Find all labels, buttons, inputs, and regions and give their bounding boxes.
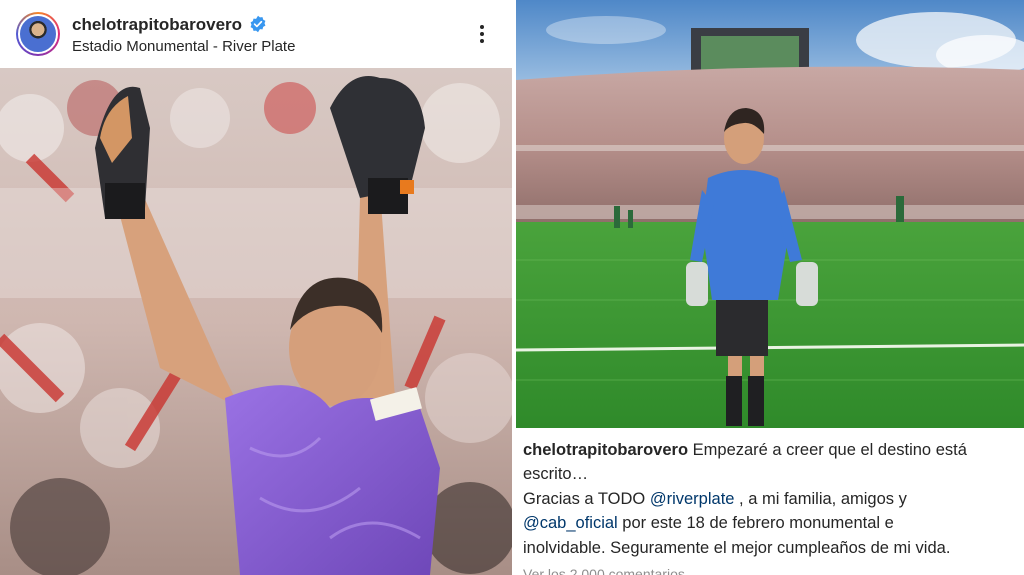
mention-riverplate[interactable]: @riverplate (650, 490, 735, 508)
caption-line-4: inolvidable. Seguramente el mejor cumple… (523, 538, 951, 557)
view-comments-link[interactable]: Ver los 2.000 comentarios (523, 566, 685, 575)
stadium-goalkeeper-image (516, 0, 1024, 428)
goalkeeper-celebration-image (0, 68, 512, 575)
post-caption: chelotrapitobarovero Empezaré a creer qu… (523, 438, 1018, 560)
more-options-icon[interactable] (472, 22, 492, 48)
caption-line-2-pre: Gracias a TODO (523, 489, 650, 508)
caption-line-3-post: por este 18 de febrero monumental e (617, 514, 894, 533)
post-header: chelotrapitobarovero Estadio Monumental … (0, 0, 512, 68)
post-username[interactable]: chelotrapitobarovero (72, 15, 242, 35)
caption-line-2-post: , a mi familia, amigos y (734, 489, 907, 508)
verified-badge-icon (250, 15, 266, 33)
caption-username[interactable]: chelotrapitobarovero (523, 441, 688, 459)
avatar[interactable] (16, 12, 60, 56)
left-post: chelotrapitobarovero Estadio Monumental … (0, 0, 512, 575)
avatar-image (18, 14, 58, 54)
mention-cab-oficial[interactable]: @cab_oficial (523, 514, 618, 532)
post-photo-right[interactable] (516, 0, 1024, 428)
post-location[interactable]: Estadio Monumental - River Plate (72, 38, 295, 55)
post-photo-left[interactable] (0, 68, 512, 575)
